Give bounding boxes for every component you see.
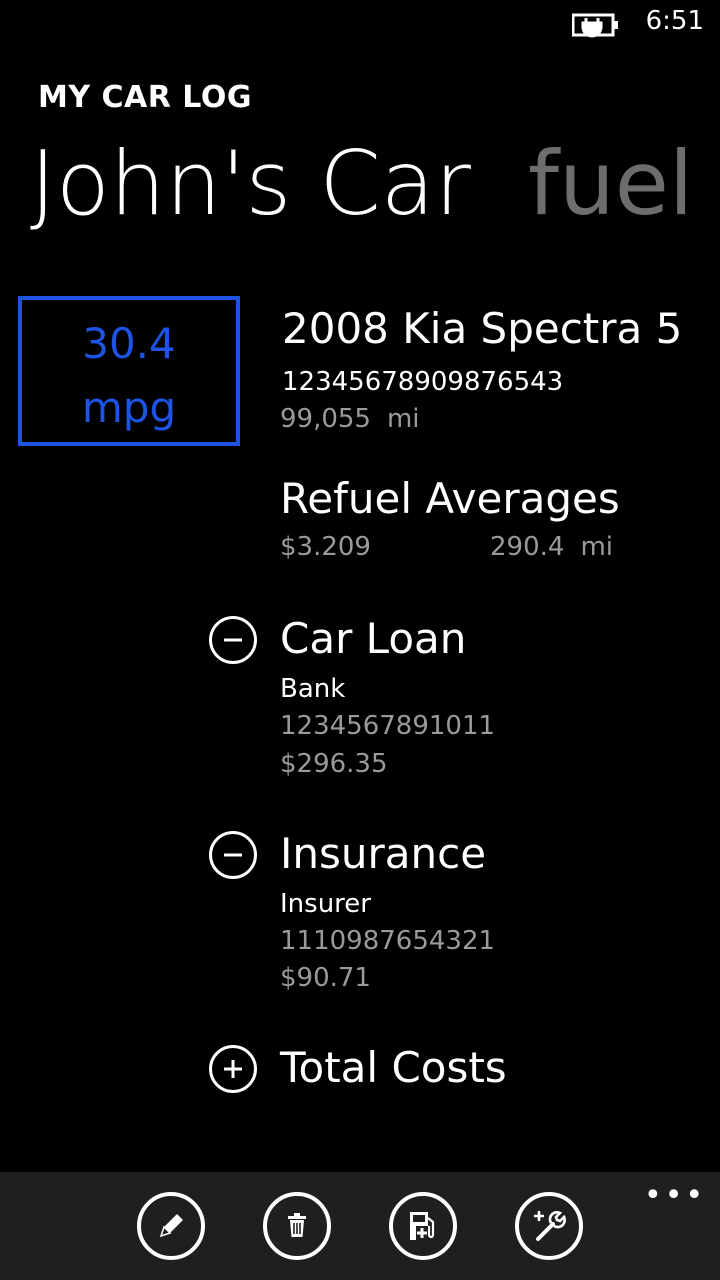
add-fuel-button[interactable]	[389, 1192, 457, 1260]
insurance-policy: 1110987654321	[280, 926, 496, 956]
add-fuel-icon	[410, 1212, 435, 1240]
refuel-average-price: $3.209	[280, 532, 371, 562]
car-vin: 12345678909876543	[282, 367, 564, 397]
mpg-tile: 30.4 mpg	[18, 296, 240, 446]
car-name: 2008 Kia Spectra 5	[282, 304, 683, 353]
edit-icon	[159, 1214, 183, 1238]
car-loan-lender: Bank	[280, 674, 346, 704]
delete-button[interactable]	[263, 1192, 331, 1260]
more-options-button[interactable]: •••	[644, 1178, 706, 1213]
minus-circle-icon	[224, 638, 242, 642]
app-bar	[0, 1172, 720, 1280]
car-loan-amount: $296.35	[280, 749, 388, 779]
refuel-distance-value: 290.4	[490, 532, 565, 562]
add-service-icon	[534, 1211, 566, 1241]
mpg-value: 30.4	[82, 319, 176, 368]
collapse-insurance-button[interactable]	[209, 831, 257, 879]
insurance-title[interactable]: Insurance	[280, 829, 486, 878]
add-service-button[interactable]	[515, 1192, 583, 1260]
minus-circle-icon	[224, 853, 242, 857]
refuel-distance-unit: mi	[580, 532, 613, 562]
odometer-unit: mi	[386, 404, 420, 434]
odometer-value: 99,055	[280, 404, 371, 434]
collapse-car-loan-button[interactable]	[209, 616, 257, 664]
pivot-header-current[interactable]: John's Car	[30, 132, 471, 235]
mpg-unit: mpg	[81, 383, 177, 432]
refuel-average-distance: 290.4 mi	[490, 532, 613, 562]
car-loan-account: 1234567891011	[280, 711, 496, 741]
insurance-provider: Insurer	[280, 889, 371, 919]
refuel-averages-title: Refuel Averages	[280, 474, 620, 523]
pivot-header-next[interactable]: fuel	[528, 132, 693, 235]
car-loan-title[interactable]: Car Loan	[280, 614, 466, 663]
total-costs-title[interactable]: Total Costs	[280, 1043, 507, 1092]
app-title: MY CAR LOG	[38, 80, 252, 115]
plus-circle-icon	[224, 1060, 242, 1078]
insurance-amount: $90.71	[280, 963, 371, 993]
odometer: 99,055 mi	[280, 404, 420, 434]
battery-charging-icon	[571, 12, 618, 38]
status-time: 6:51	[645, 6, 704, 36]
delete-icon	[288, 1213, 306, 1237]
expand-total-costs-button[interactable]	[209, 1045, 257, 1093]
edit-button[interactable]	[137, 1192, 205, 1260]
